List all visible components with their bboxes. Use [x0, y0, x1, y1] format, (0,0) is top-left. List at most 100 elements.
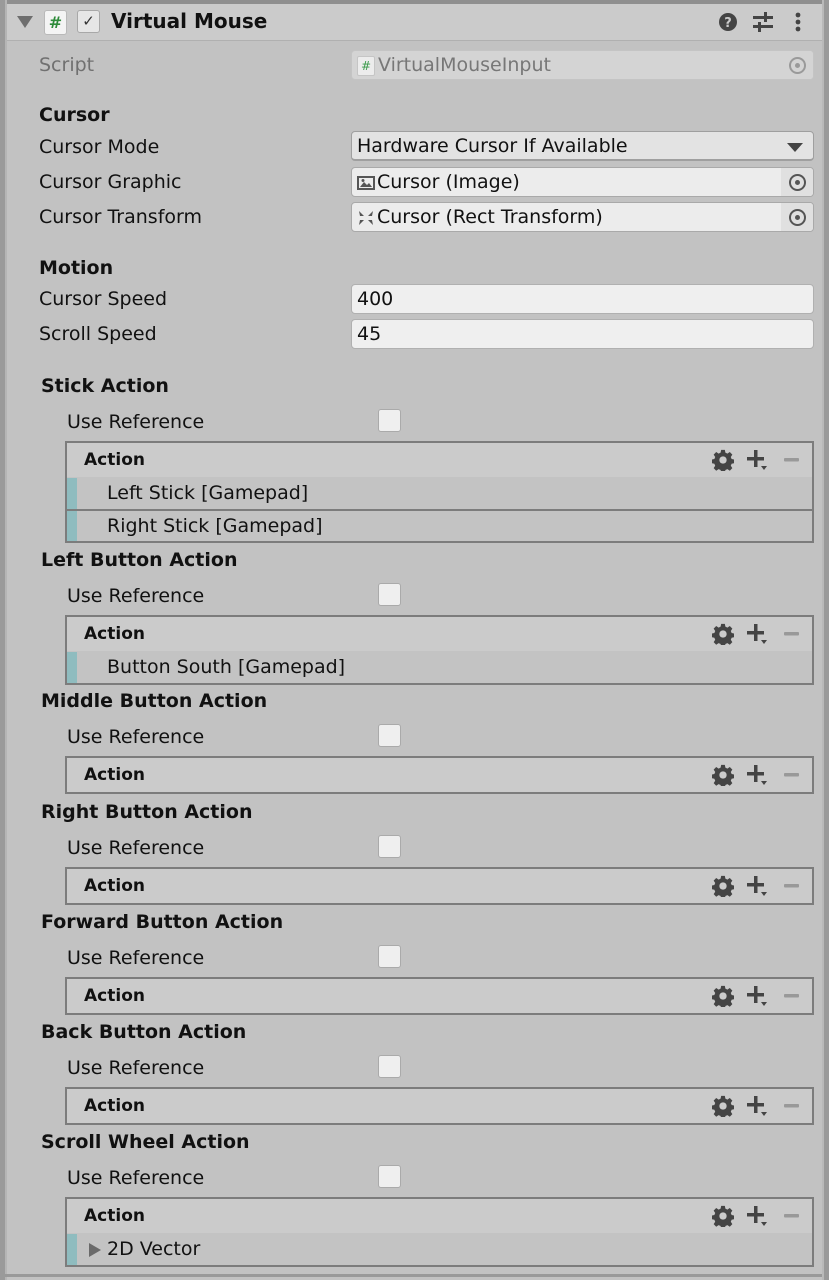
use-reference-label: Use Reference [67, 585, 205, 607]
remove-binding-icon[interactable] [782, 450, 802, 475]
use-reference-checkbox[interactable] [378, 835, 401, 858]
action-binding-list: Action Left Stick [Gamepad] Right Stick [G… [65, 441, 814, 543]
use-reference-checkbox[interactable] [378, 1055, 401, 1078]
bottom-divider [5, 1274, 822, 1277]
right-border [824, 0, 829, 1280]
script-icon: # [44, 10, 67, 35]
add-binding-icon[interactable] [746, 763, 770, 792]
action-header: Action [67, 443, 812, 477]
cursor-transform-label: Cursor Transform [39, 206, 203, 228]
component-title: Virtual Mouse [111, 9, 268, 33]
binding-label: 2D Vector [107, 1238, 201, 1260]
use-reference-label: Use Reference [67, 411, 205, 433]
scroll-speed-label: Scroll Speed [39, 323, 157, 345]
action-header-label: Action [84, 986, 145, 1006]
binding-label: Button South [Gamepad] [107, 656, 346, 678]
cursor-mode-dropdown[interactable]: Hardware Cursor If Available [351, 131, 814, 161]
action-binding-list: Action [65, 977, 814, 1015]
add-binding-icon[interactable] [746, 874, 770, 903]
cursor-graphic-field[interactable]: Cursor (Image) [351, 167, 814, 197]
binding-drag-handle[interactable] [67, 652, 77, 683]
scroll-speed-input[interactable]: 45 [351, 319, 814, 349]
binding-row[interactable]: Button South [Gamepad] [67, 651, 812, 683]
action-binding-list: Action [65, 867, 814, 905]
foldout-arrow-icon[interactable] [89, 1243, 101, 1257]
binding-label: Left Stick [Gamepad] [107, 482, 309, 504]
gear-icon[interactable] [711, 764, 735, 791]
binding-row[interactable]: Left Stick [Gamepad] [67, 477, 812, 509]
action-section-title: Back Button Action [41, 1021, 247, 1043]
cursor-speed-label: Cursor Speed [39, 288, 168, 310]
gear-icon[interactable] [711, 1205, 735, 1232]
remove-binding-icon[interactable] [782, 1206, 802, 1231]
cursor-transform-field[interactable]: Cursor (Rect Transform) [351, 202, 814, 232]
object-picker-button[interactable] [781, 203, 813, 231]
preset-icon[interactable] [752, 11, 774, 33]
right-border-inner [822, 0, 824, 1280]
object-picker-button [781, 51, 813, 79]
action-section-title: Left Button Action [41, 549, 238, 571]
use-reference-checkbox[interactable] [378, 409, 401, 432]
binding-row[interactable]: Right Stick [Gamepad] [67, 509, 812, 541]
cursor-graphic-value: Cursor (Image) [377, 171, 520, 193]
script-field: # VirtualMouseInput [351, 50, 814, 80]
gear-icon[interactable] [711, 985, 735, 1012]
script-value: VirtualMouseInput [378, 54, 551, 76]
action-section-title: Forward Button Action [41, 911, 284, 933]
remove-binding-icon[interactable] [782, 1096, 802, 1121]
use-reference-checkbox[interactable] [378, 1165, 401, 1188]
add-binding-icon[interactable] [746, 1094, 770, 1123]
remove-binding-icon[interactable] [782, 624, 802, 649]
remove-binding-icon[interactable] [782, 765, 802, 790]
add-binding-icon[interactable] [746, 622, 770, 651]
cursor-speed-input[interactable]: 400 [351, 284, 814, 314]
add-binding-icon[interactable] [746, 1204, 770, 1233]
action-header-label: Action [84, 876, 145, 896]
gear-icon[interactable] [711, 449, 735, 476]
remove-binding-icon[interactable] [782, 986, 802, 1011]
action-section-title: Middle Button Action [41, 690, 268, 712]
action-section-title: Stick Action [41, 375, 169, 397]
help-icon[interactable]: ? [717, 11, 739, 33]
remove-binding-icon[interactable] [782, 876, 802, 901]
use-reference-checkbox[interactable] [378, 724, 401, 747]
use-reference-checkbox[interactable] [378, 583, 401, 606]
gear-icon[interactable] [711, 623, 735, 650]
binding-drag-handle[interactable] [67, 478, 77, 509]
cursor-mode-value: Hardware Cursor If Available [357, 135, 628, 157]
foldout-arrow-icon[interactable] [17, 16, 33, 28]
object-picker-button[interactable] [781, 168, 813, 196]
use-reference-label: Use Reference [67, 947, 205, 969]
action-binding-list: Action [65, 756, 814, 794]
binding-label: Right Stick [Gamepad] [107, 515, 323, 537]
add-binding-icon[interactable] [746, 448, 770, 477]
binding-drag-handle[interactable] [67, 511, 77, 541]
action-binding-list: Action Button South [Gamepad] [65, 615, 814, 685]
action-section-title: Right Button Action [41, 801, 253, 823]
use-reference-checkbox[interactable] [378, 945, 401, 968]
use-reference-label: Use Reference [67, 837, 205, 859]
cursor-graphic-label: Cursor Graphic [39, 171, 182, 193]
action-header: Action [67, 979, 812, 1013]
action-header: Action [67, 869, 812, 903]
action-header-label: Action [84, 624, 145, 644]
action-header: Action [67, 1089, 812, 1123]
chevron-down-icon [787, 143, 803, 152]
binding-row[interactable]: 2D Vector [67, 1233, 812, 1265]
gear-icon[interactable] [711, 1095, 735, 1122]
binding-drag-handle[interactable] [67, 1234, 77, 1265]
action-header-label: Action [84, 450, 145, 470]
add-binding-icon[interactable] [746, 984, 770, 1013]
action-header: Action [67, 617, 812, 651]
more-options-icon[interactable] [787, 11, 809, 33]
action-header-label: Action [84, 1206, 145, 1226]
cursor-transform-value: Cursor (Rect Transform) [377, 206, 603, 228]
action-binding-list: Action [65, 1087, 814, 1125]
script-file-icon: # [357, 55, 375, 76]
gear-icon[interactable] [711, 875, 735, 902]
script-label: Script [39, 54, 95, 76]
component-enabled-checkbox[interactable]: ✓ [77, 10, 100, 33]
action-section-title: Scroll Wheel Action [41, 1131, 250, 1153]
use-reference-label: Use Reference [67, 1057, 205, 1079]
use-reference-label: Use Reference [67, 726, 205, 748]
